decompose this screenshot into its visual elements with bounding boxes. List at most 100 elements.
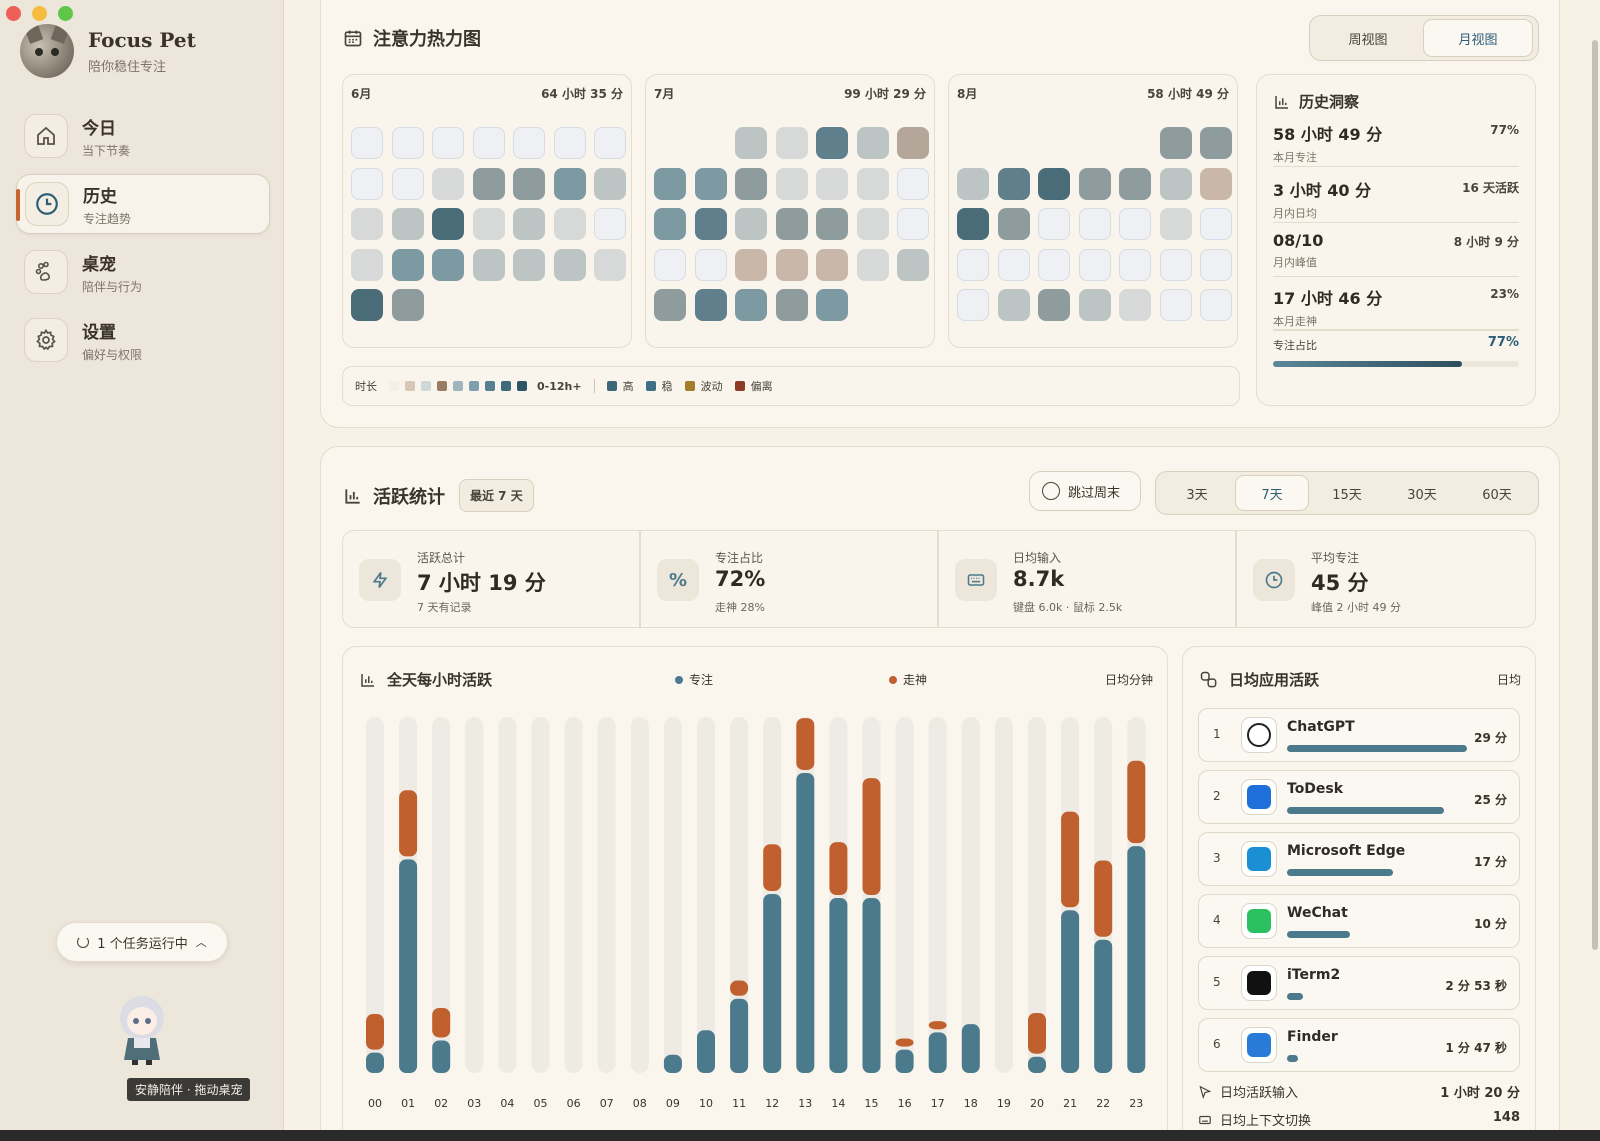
heatmap-day-cell[interactable] [654, 248, 686, 281]
heatmap-day-cell[interactable] [897, 127, 929, 159]
heatmap-day-cell[interactable] [432, 208, 464, 240]
range-60d[interactable]: 60天 [1459, 475, 1535, 511]
heatmap-day-cell[interactable] [997, 167, 1030, 200]
focus-bar[interactable] [928, 1032, 947, 1073]
heatmap-day-cell[interactable] [472, 127, 505, 159]
heatmap-day-cell[interactable] [694, 208, 727, 240]
scrollbar[interactable] [1592, 40, 1598, 950]
sidebar-item-today[interactable]: 今日 当下节奏 [16, 106, 270, 166]
heatmap-day-cell[interactable] [513, 167, 545, 200]
heatmap-day-cell[interactable] [1038, 289, 1070, 321]
app-row[interactable]: 4 WeChat 10 分 [1198, 894, 1520, 948]
heatmap-day-cell[interactable] [351, 248, 383, 281]
heatmap-day-cell[interactable] [816, 167, 848, 200]
focus-bar[interactable] [763, 893, 782, 1073]
skip-weekend-toggle[interactable]: 跳过周末 [1029, 471, 1141, 511]
desktop-pet[interactable] [108, 988, 176, 1066]
heatmap-day-cell[interactable] [1159, 208, 1192, 240]
heatmap-day-cell[interactable] [1200, 127, 1232, 159]
heatmap-day-cell[interactable] [957, 248, 989, 281]
heatmap-day-cell[interactable] [1200, 167, 1232, 200]
focus-bar[interactable] [1061, 910, 1080, 1073]
distract-bar[interactable] [829, 842, 848, 896]
heatmap-day-cell[interactable] [1200, 289, 1232, 321]
heatmap-day-cell[interactable] [432, 248, 464, 281]
heatmap-day-cell[interactable] [391, 248, 424, 281]
heatmap-day-cell[interactable] [775, 127, 808, 159]
heatmap-day-cell[interactable] [513, 127, 545, 159]
heatmap-day-cell[interactable] [1038, 167, 1070, 200]
heatmap-day-cell[interactable] [1078, 167, 1111, 200]
heatmap-day-cell[interactable] [1078, 248, 1111, 281]
range-7d[interactable]: 7天 [1235, 475, 1309, 511]
heatmap-day-cell[interactable] [513, 248, 545, 281]
heatmap-day-cell[interactable] [856, 167, 889, 200]
minimize-window-button[interactable] [32, 6, 47, 21]
sidebar-item-pet[interactable]: 桌宠 陪伴与行为 [16, 242, 270, 302]
app-row[interactable]: 6 Finder 1 分 47 秒 [1198, 1018, 1520, 1072]
heatmap-day-cell[interactable] [897, 248, 929, 281]
heatmap-day-cell[interactable] [735, 248, 767, 281]
heatmap-day-cell[interactable] [816, 208, 848, 240]
heatmap-day-cell[interactable] [1078, 208, 1111, 240]
heatmap-day-cell[interactable] [775, 167, 808, 200]
heatmap-day-cell[interactable] [1119, 289, 1151, 321]
range-3d[interactable]: 3天 [1159, 475, 1235, 511]
heatmap-day-cell[interactable] [775, 208, 808, 240]
heatmap-day-cell[interactable] [472, 248, 505, 281]
range-15d[interactable]: 15天 [1309, 475, 1385, 511]
heatmap-day-cell[interactable] [957, 208, 989, 240]
focus-bar[interactable] [829, 898, 848, 1073]
distract-bar[interactable] [432, 1007, 451, 1038]
heatmap-day-cell[interactable] [391, 127, 424, 159]
focus-bar[interactable] [961, 1024, 980, 1073]
distract-bar[interactable] [1028, 1013, 1046, 1054]
distract-bar[interactable] [895, 1038, 914, 1047]
heatmap-day-cell[interactable] [1119, 208, 1151, 240]
heatmap-day-cell[interactable] [957, 167, 989, 200]
heatmap-day-cell[interactable] [391, 167, 424, 200]
heatmap-day-cell[interactable] [735, 127, 767, 159]
heatmap-day-cell[interactable] [1200, 248, 1232, 281]
heatmap-day-cell[interactable] [1119, 167, 1151, 200]
heatmap-day-cell[interactable] [432, 167, 464, 200]
heatmap-day-cell[interactable] [735, 208, 767, 240]
running-task-pill[interactable]: 1 个任务运行中 ︿ [56, 922, 228, 962]
heatmap-day-cell[interactable] [816, 248, 848, 281]
focus-bar[interactable] [895, 1049, 914, 1073]
heatmap-day-cell[interactable] [997, 289, 1030, 321]
heatmap-day-cell[interactable] [856, 127, 889, 159]
heatmap-day-cell[interactable] [654, 289, 686, 321]
app-row[interactable]: 1 ChatGPT 29 分 [1198, 708, 1520, 762]
focus-bar[interactable] [1127, 846, 1146, 1073]
focus-bar[interactable] [432, 1040, 451, 1073]
heatmap-day-cell[interactable] [856, 208, 889, 240]
heatmap-day-cell[interactable] [432, 127, 464, 159]
heatmap-day-cell[interactable] [654, 208, 686, 240]
heatmap-day-cell[interactable] [1159, 167, 1192, 200]
heatmap-day-cell[interactable] [694, 167, 727, 200]
app-row[interactable]: 2 ToDesk 25 分 [1198, 770, 1520, 824]
heatmap-day-cell[interactable] [775, 248, 808, 281]
heatmap-day-cell[interactable] [735, 289, 767, 321]
zoom-window-button[interactable] [58, 6, 73, 21]
focus-bar[interactable] [399, 859, 418, 1073]
focus-bar[interactable] [366, 1052, 384, 1073]
heatmap-day-cell[interactable] [694, 248, 727, 281]
focus-bar[interactable] [1094, 939, 1113, 1073]
heatmap-day-cell[interactable] [694, 289, 727, 321]
heatmap-day-cell[interactable] [897, 208, 929, 240]
app-row[interactable]: 5 iTerm2 2 分 53 秒 [1198, 956, 1520, 1010]
distract-bar[interactable] [399, 790, 418, 857]
focus-bar[interactable] [730, 998, 749, 1073]
heatmap-day-cell[interactable] [351, 208, 383, 240]
distract-bar[interactable] [1094, 860, 1113, 937]
heatmap-day-cell[interactable] [897, 167, 929, 200]
distract-bar[interactable] [1127, 760, 1146, 844]
distract-bar[interactable] [796, 718, 815, 770]
heatmap-day-cell[interactable] [1159, 289, 1192, 321]
heatmap-day-cell[interactable] [472, 208, 505, 240]
heatmap-day-cell[interactable] [816, 289, 848, 321]
heatmap-day-cell[interactable] [553, 127, 586, 159]
heatmap-day-cell[interactable] [553, 248, 586, 281]
